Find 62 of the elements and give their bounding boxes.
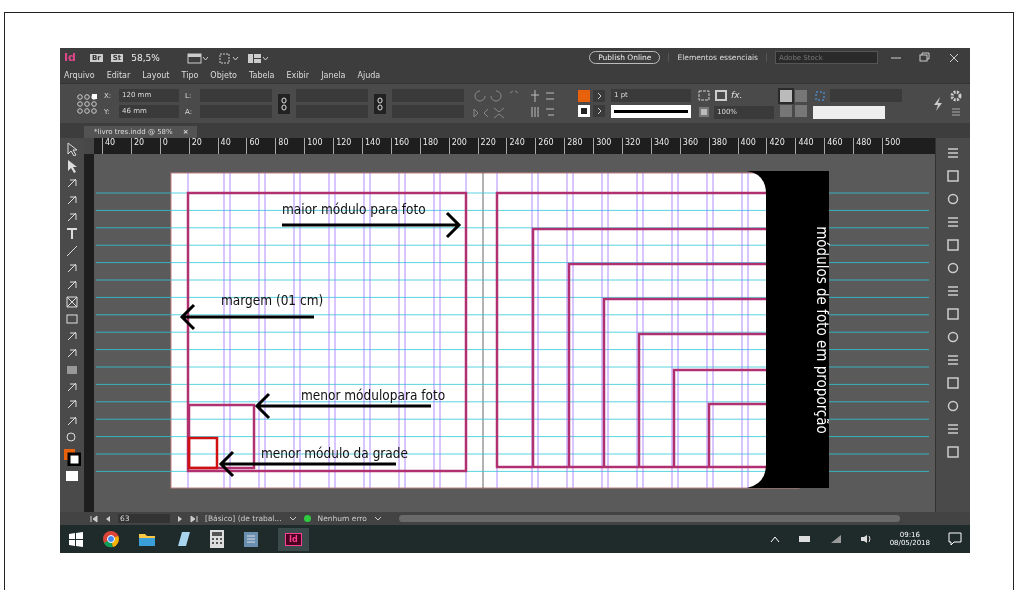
zoom-tool-icon[interactable] <box>65 431 79 445</box>
gradient-tool-icon[interactable] <box>65 363 79 377</box>
select-tool-icon[interactable] <box>65 142 79 156</box>
last-page-icon[interactable] <box>190 514 198 523</box>
screen-mode-icon[interactable] <box>187 51 210 64</box>
zoom-dropdown[interactable]: 58,5% <box>131 52 180 63</box>
fill-stroke-swatch-icon[interactable] <box>63 448 81 466</box>
menu-item[interactable]: Janela <box>321 70 346 80</box>
chevron-down-icon[interactable] <box>373 515 382 522</box>
caret-icon[interactable] <box>593 90 605 102</box>
previous-page-icon[interactable] <box>105 514 111 523</box>
gear-icon[interactable] <box>950 90 962 102</box>
folder-icon[interactable] <box>138 531 156 547</box>
annotation-label: menor módulo da grade <box>261 445 408 461</box>
frame-icon[interactable] <box>714 88 728 102</box>
chain-link-icon[interactable] <box>374 93 386 114</box>
reference-point-icon[interactable] <box>76 92 98 115</box>
stroke-swatch[interactable] <box>578 105 590 117</box>
speaker-icon[interactable] <box>859 534 872 544</box>
menu-item[interactable]: Objeto <box>210 70 237 80</box>
menu-item[interactable]: Tabela <box>248 70 275 80</box>
object-style-dropdown[interactable] <box>813 105 885 119</box>
type-tool-icon[interactable] <box>65 227 79 241</box>
annotation-label: menor módulopara foto <box>301 387 446 403</box>
photo-module-frame <box>187 403 256 470</box>
menu-item[interactable]: Tipo <box>181 70 199 80</box>
chain-link-icon[interactable] <box>278 93 290 114</box>
chevron-up-icon[interactable] <box>769 535 780 543</box>
grid-module-frame <box>187 436 219 470</box>
status-dot <box>303 515 311 522</box>
frame-icon[interactable] <box>697 88 711 102</box>
view-options-icon[interactable] <box>217 51 240 64</box>
windows-start-icon[interactable] <box>68 531 84 547</box>
first-page-icon[interactable] <box>90 514 98 523</box>
document-icon[interactable] <box>242 530 260 548</box>
calculator-icon[interactable] <box>210 530 224 548</box>
stroke-style-dropdown[interactable] <box>611 105 691 118</box>
taskbar-app-button[interactable]: Id <box>278 527 309 551</box>
direct-tool-icon[interactable] <box>65 159 79 173</box>
frame-tool-icon[interactable] <box>65 295 79 309</box>
notification-icon[interactable] <box>948 532 962 546</box>
line-tool-icon[interactable] <box>65 244 79 258</box>
caret-icon[interactable] <box>593 105 605 117</box>
opacity-icon[interactable] <box>697 105 711 119</box>
rect-tool-icon[interactable] <box>65 312 79 326</box>
effects-label[interactable]: fx. <box>731 90 743 100</box>
menu-item[interactable]: Layout <box>142 70 170 80</box>
menu-item[interactable]: Editar <box>106 70 131 80</box>
menu-item[interactable]: Ajuda <box>357 70 381 80</box>
next-page-icon[interactable] <box>177 514 183 523</box>
arrange-documents-icon[interactable] <box>247 51 270 64</box>
app-logo: Id <box>64 51 77 64</box>
view-mode-icon[interactable] <box>65 469 79 483</box>
menu-item[interactable]: Arquivo <box>64 70 95 80</box>
chevron-down-icon[interactable] <box>288 515 297 522</box>
signal-icon[interactable] <box>829 534 842 544</box>
menu-item[interactable]: Exibir <box>286 70 310 80</box>
fill-swatch[interactable] <box>578 90 590 102</box>
vertical-annotation: módulos de foto em proporção <box>813 226 831 434</box>
browser-icon[interactable] <box>102 530 120 548</box>
battery-icon[interactable] <box>797 534 812 544</box>
horizontal-scrollbar[interactable] <box>398 515 900 522</box>
